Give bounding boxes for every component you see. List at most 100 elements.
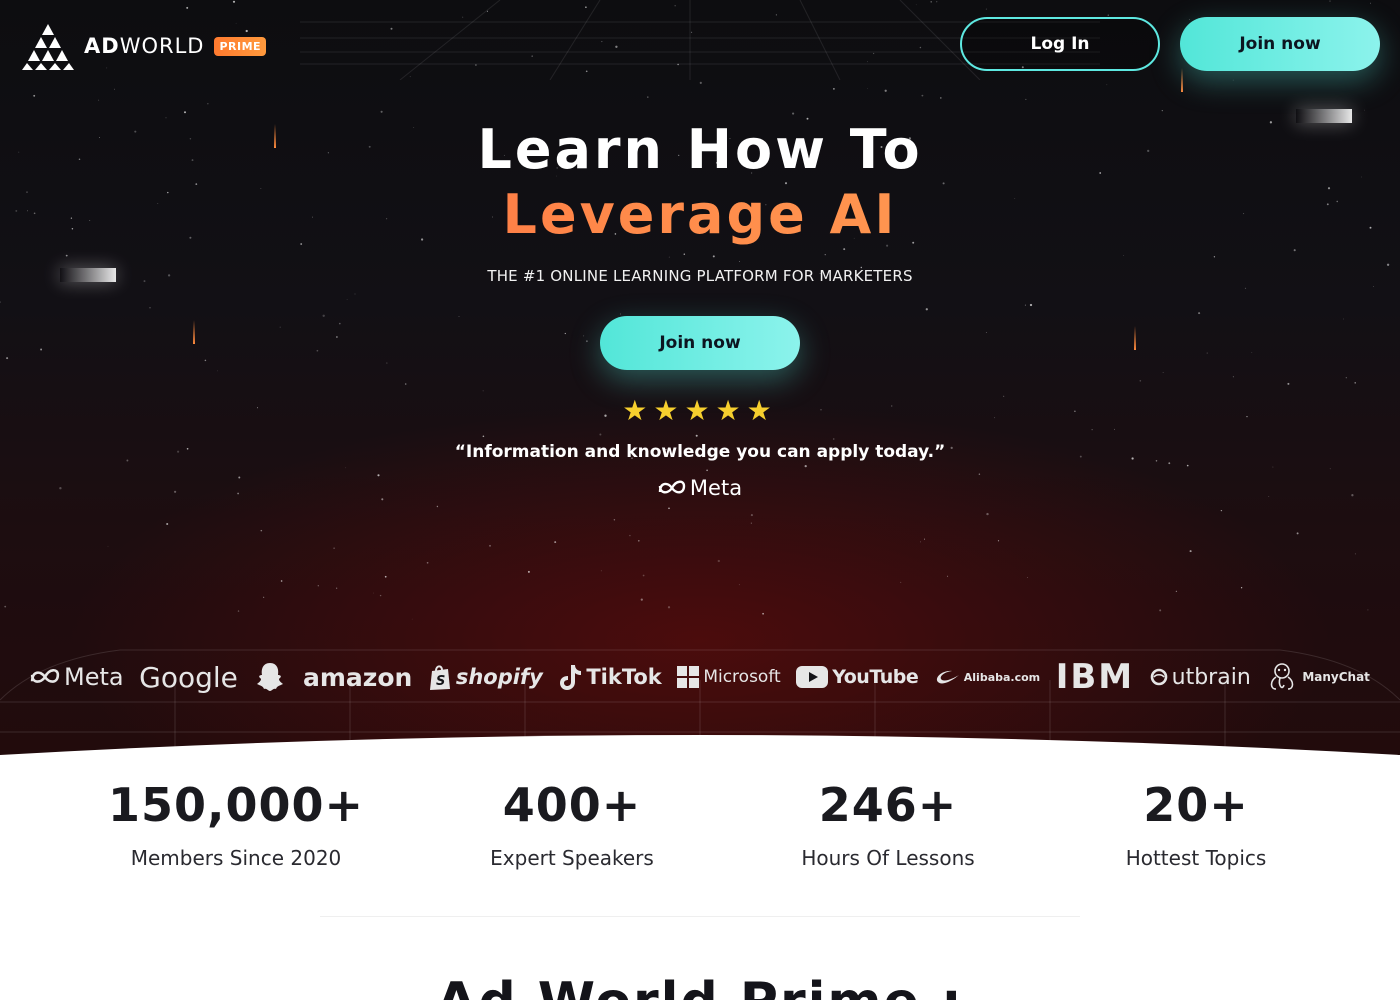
- testimonial-quote: “Information and knowledge you can apply…: [454, 442, 946, 462]
- brand-name: utbrain: [1171, 664, 1251, 690]
- site-logo[interactable]: ADWORLD PRIME: [22, 22, 267, 70]
- stat-hours: 246+ Hours Of Lessons: [738, 778, 1038, 870]
- star-dot: [113, 88, 115, 90]
- star-dot: [738, 260, 740, 262]
- star-dot: [1159, 609, 1162, 612]
- star-dot: [1139, 380, 1142, 382]
- star-dot: [346, 299, 348, 300]
- star-dot: [601, 41, 603, 43]
- brand-logo-amazon: amazon: [303, 663, 412, 692]
- star-dot: [583, 335, 585, 337]
- star-dot: [6, 357, 9, 360]
- star-dot: [1251, 352, 1253, 353]
- star-dot: [629, 534, 631, 537]
- logo-wordmark-light: WORLD: [119, 34, 205, 58]
- star-dot: [263, 596, 265, 598]
- shopify-bag-icon: S: [429, 665, 450, 690]
- stat-speakers: 400+ Expert Speakers: [422, 778, 722, 870]
- brand-logo-meta: Meta: [30, 663, 124, 691]
- starfield-background: [0, 0, 1390, 620]
- youtube-play-icon: [796, 666, 829, 688]
- star-dot: [683, 253, 686, 255]
- star-dot: [98, 99, 100, 101]
- star-dot: [338, 322, 341, 325]
- brand-logo-microsoft: Microsoft: [677, 666, 781, 688]
- star-dot: [691, 31, 693, 33]
- star-dot: [586, 340, 588, 343]
- star-dot: [322, 314, 325, 317]
- star-dot: [613, 519, 616, 521]
- star-dot: [232, 0, 236, 3]
- star-dot: [1213, 256, 1216, 258]
- star-dot: [997, 540, 1000, 542]
- star-dot: [1244, 287, 1247, 290]
- brand-logo-outbrain: utbrain: [1150, 665, 1251, 690]
- star-dot: [1186, 464, 1189, 467]
- alibaba-icon: [936, 670, 959, 684]
- star-dot: [1198, 312, 1201, 315]
- brand-logo-strip: Meta Google amazon S shopify TikTok Micr…: [30, 652, 1370, 702]
- logo-wordmark-bold: AD: [84, 34, 120, 58]
- star-dot: [411, 618, 413, 620]
- outbrain-o-icon: [1150, 668, 1167, 686]
- star-dot: [554, 541, 557, 544]
- star-dot: [1107, 14, 1110, 16]
- star-dot: [1220, 509, 1223, 512]
- hero-join-button[interactable]: Join now: [600, 316, 800, 370]
- microsoft-windows-icon: [677, 666, 700, 688]
- star-dot: [915, 4, 917, 6]
- star-dot: [1029, 303, 1033, 307]
- brand-logo-manychat: ManyChat: [1266, 661, 1370, 693]
- star-dot: [919, 46, 922, 49]
- header-join-button[interactable]: Join now: [1180, 17, 1380, 71]
- star-dot: [0, 301, 1, 303]
- star-dot: [354, 293, 356, 295]
- star-dot: [615, 45, 618, 48]
- testimonial-source-name: Meta: [689, 476, 743, 500]
- star-dot: [1329, 0, 1331, 2]
- star-dot: [900, 581, 902, 583]
- hero-bottom-curve: [0, 735, 1400, 765]
- login-button[interactable]: Log In: [960, 17, 1160, 71]
- star-dot: [1026, 577, 1028, 579]
- brand-logo-youtube: YouTube: [796, 666, 919, 688]
- prime-badge: PRIME: [214, 36, 267, 56]
- star-dot: [792, 112, 795, 115]
- star-dot: [166, 522, 169, 526]
- star-dot: [386, 362, 388, 364]
- hero-headline-line1: Learn How To: [477, 118, 923, 181]
- star-dot: [458, 316, 460, 317]
- star-dot: [217, 370, 219, 372]
- brand-name: amazon: [302, 662, 413, 692]
- adworld-triangle-icon: [22, 24, 74, 70]
- star-dot: [832, 438, 835, 440]
- meta-infinity-icon: [30, 669, 60, 683]
- star-dot: [149, 307, 151, 309]
- rating-stars: ★★★★★: [622, 394, 778, 427]
- star-dot: [985, 8, 987, 10]
- star-dot: [668, 507, 670, 510]
- stat-value: 246+: [818, 778, 958, 832]
- star-dot: [750, 514, 753, 517]
- star-dot: [279, 326, 281, 328]
- ember-particle: [1181, 68, 1183, 92]
- star-dot: [925, 308, 928, 311]
- star-dot: [762, 612, 764, 615]
- star-dot: [923, 538, 926, 540]
- star-dot: [316, 349, 319, 352]
- tiktok-note-icon: [560, 665, 582, 690]
- star-dot: [1189, 18, 1190, 20]
- stat-value: 20+: [1143, 778, 1249, 832]
- star-dot: [280, 580, 283, 582]
- star-dot: [1168, 462, 1171, 465]
- stat-label: Members Since 2020: [130, 846, 342, 870]
- star-dot: [775, 14, 777, 16]
- star-dot: [207, 103, 209, 105]
- star-dot: [384, 575, 387, 578]
- star-dot: [1114, 428, 1115, 430]
- star-dot: [474, 64, 477, 66]
- star-dot: [706, 469, 708, 472]
- hero-section: ADWORLD PRIME Log In Join now Learn How …: [0, 0, 1400, 760]
- brand-name: ManyChat: [1302, 670, 1370, 684]
- star-dot: [486, 10, 488, 12]
